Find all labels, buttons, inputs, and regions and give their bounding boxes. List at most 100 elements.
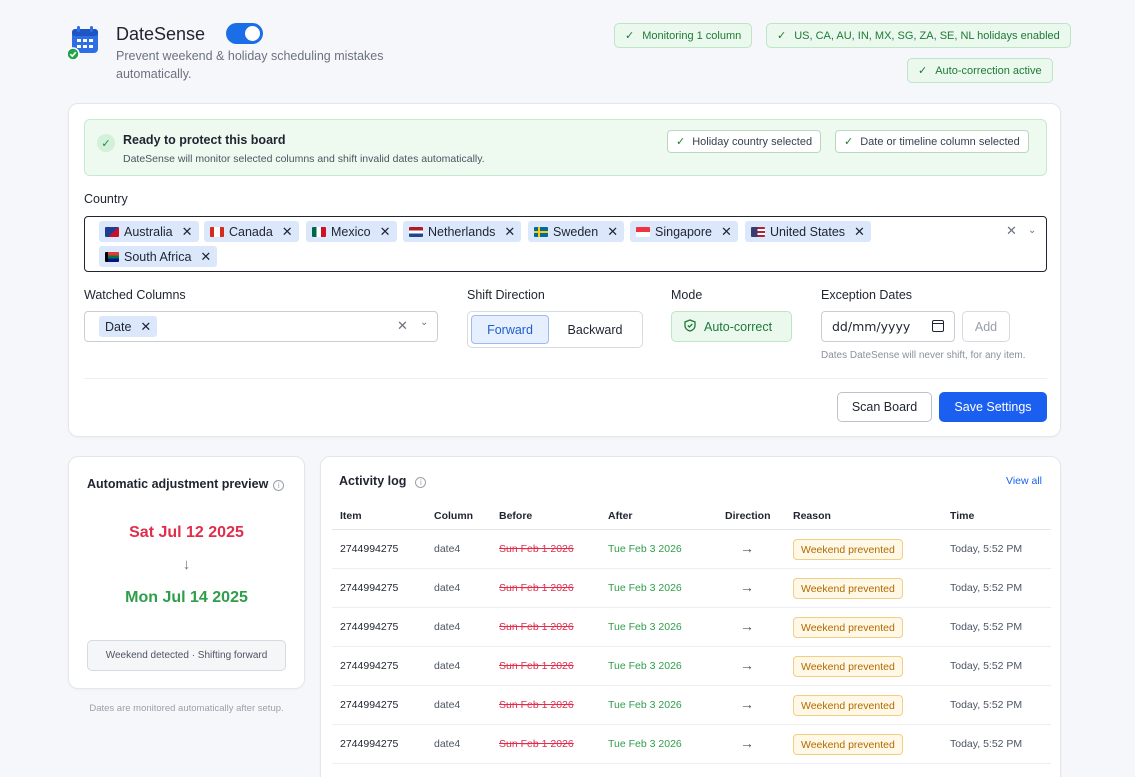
row-before-date: Sun Feb 1 2026 — [499, 660, 574, 672]
united-states-flag-icon — [751, 226, 765, 237]
row-time: Today, 5:52 PM — [950, 699, 1023, 711]
shift-direction-toggle: Forward Backward — [467, 311, 643, 348]
check-icon: ✓ — [844, 136, 854, 148]
row-time: Today, 5:52 PM — [950, 543, 1023, 555]
tag-label: Singapore — [655, 224, 712, 239]
holidays-badge-label: US, CA, AU, IN, MX, SG, ZA, SE, NL holid… — [794, 29, 1060, 42]
row-time: Today, 5:52 PM — [950, 660, 1023, 672]
remove-tag-icon[interactable]: ✕ — [607, 224, 618, 240]
tag-label: Australia — [124, 224, 173, 239]
remove-tag-icon[interactable]: ✕ — [854, 224, 865, 240]
backward-button[interactable]: Backward — [554, 315, 636, 344]
watched-columns-multiselect[interactable]: Date ✕ ✕ ⌄ — [84, 311, 438, 342]
mode-badge[interactable]: Auto-correct — [671, 311, 792, 342]
enable-toggle[interactable] — [226, 23, 263, 44]
date-column-chip: ✓ Date or timeline column selected — [835, 130, 1029, 153]
table-row[interactable]: 2744994275 date4 Sun Feb 1 2026 Tue Feb 3 2… — [332, 569, 1051, 608]
holidays-badge: ✓ US, CA, AU, IN, MX, SG, ZA, SE, NL hol… — [766, 23, 1071, 48]
preview-status: Weekend detected · Shifting forward — [87, 640, 286, 671]
monitoring-badge-label: Monitoring 1 column — [642, 29, 742, 42]
calendar-picker-icon[interactable] — [932, 320, 944, 332]
mode-label: Mode — [671, 288, 703, 302]
table-row[interactable]: 2744994275 date4 Sun Feb 1 2026 Tue Feb 3 2… — [332, 608, 1051, 647]
app-subtitle: Prevent weekend & holiday scheduling mis… — [116, 49, 384, 81]
south-africa-flag-icon — [105, 251, 119, 262]
remove-tag-icon[interactable]: ✕ — [504, 224, 515, 240]
reason-badge: Weekend prevented — [793, 695, 903, 716]
row-time: Today, 5:52 PM — [950, 738, 1023, 750]
scan-board-button[interactable]: Scan Board — [837, 392, 932, 422]
clear-icon[interactable]: ✕ — [397, 318, 408, 334]
reason-badge: Weekend prevented — [793, 617, 903, 638]
save-settings-button[interactable]: Save Settings — [939, 392, 1047, 422]
remove-tag-icon[interactable]: ✕ — [200, 249, 211, 265]
row-column: date4 — [434, 738, 461, 750]
app-title: DateSense — [116, 24, 206, 44]
remove-tag-icon[interactable]: ✕ — [721, 224, 732, 240]
settings-card: ✓ Ready to protect this board DateSense … — [68, 103, 1061, 437]
header-time: Time — [950, 510, 975, 522]
activity-card: Activity log i View all Item Column Befor… — [320, 456, 1061, 777]
table-row[interactable]: 2744994275 date4 Sun Feb 1 2026 Tue Feb 3 2… — [332, 686, 1051, 725]
watched-columns-label: Watched Columns — [84, 288, 186, 302]
autocorrect-badge: ✓ Auto-correction active — [907, 58, 1053, 83]
country-multiselect[interactable]: Australia ✕ Canada ✕ Mexico ✕ Netherland… — [84, 216, 1047, 272]
row-after-date: Tue Feb 3 2026 — [608, 621, 682, 633]
preview-card: Automatic adjustment preview i Sat Jul 12… — [68, 456, 305, 689]
remove-tag-icon[interactable]: ✕ — [282, 224, 293, 240]
exception-date-input[interactable]: dd/mm/yyyy — [821, 311, 955, 342]
clear-icon[interactable]: ✕ — [1006, 223, 1017, 239]
header-item: Item — [340, 510, 362, 522]
row-item: 2744994275 — [340, 543, 399, 555]
country-label: Country — [84, 192, 128, 206]
header-column: Column — [434, 510, 474, 522]
remove-tag-icon[interactable]: ✕ — [140, 319, 151, 335]
forward-button[interactable]: Forward — [471, 315, 549, 344]
row-after-date: Tue Feb 3 2026 — [608, 543, 682, 555]
ready-description: DateSense will monitor selected columns … — [123, 153, 485, 165]
arrow-down-icon: ↓ — [182, 556, 191, 573]
activity-title-text: Activity log — [339, 474, 407, 488]
arrow-right-icon: → — [740, 735, 754, 751]
remove-tag-icon[interactable]: ✕ — [182, 224, 193, 240]
preview-after-date: Mon Jul 14 2025 — [125, 589, 248, 606]
table-row[interactable]: 2744994275 date4 Sun Feb 1 2026 Tue Feb 3 2… — [332, 530, 1051, 569]
row-before-date: Sun Feb 1 2026 — [499, 621, 574, 633]
arrow-right-icon: → — [740, 618, 754, 634]
calendar-icon — [66, 24, 102, 61]
row-item: 2744994275 — [340, 621, 399, 633]
autocorrect-badge-label: Auto-correction active — [935, 64, 1042, 77]
country-tag: Netherlands ✕ — [403, 221, 522, 242]
row-column: date4 — [434, 582, 461, 594]
mode-value: Auto-correct — [704, 319, 773, 334]
netherlands-flag-icon — [409, 226, 423, 237]
sweden-flag-icon — [534, 226, 548, 237]
tag-label: Mexico — [331, 224, 371, 239]
divider — [84, 378, 1047, 379]
row-column: date4 — [434, 660, 461, 672]
country-tag: Sweden ✕ — [528, 221, 625, 242]
info-icon[interactable]: i — [415, 477, 427, 488]
tag-label: Canada — [229, 224, 273, 239]
arrow-right-icon: → — [740, 579, 754, 595]
table-row[interactable]: 2744994275 date4 Sun Feb 1 2026 Tue Feb 3 2… — [332, 725, 1051, 764]
arrow-right-icon: → — [740, 696, 754, 712]
row-time: Today, 5:52 PM — [950, 621, 1023, 633]
country-tag: United States ✕ — [745, 221, 871, 242]
shield-check-icon — [684, 318, 696, 335]
chevron-down-icon[interactable]: ⌄ — [420, 317, 428, 328]
arrow-right-icon: → — [740, 540, 754, 556]
view-all-link[interactable]: View all — [1006, 475, 1042, 487]
add-exception-button[interactable]: Add — [962, 311, 1010, 342]
row-before-date: Sun Feb 1 2026 — [499, 738, 574, 750]
chevron-down-icon[interactable]: ⌄ — [1028, 225, 1036, 236]
tag-label: Date — [105, 319, 132, 334]
row-item: 2744994275 — [340, 738, 399, 750]
monitor-footnote: Dates are monitored automatically after … — [89, 703, 284, 714]
table-row[interactable]: 2744994275 date4 Sun Feb 1 2026 Tue Feb 3 2… — [332, 647, 1051, 686]
preview-title: Automatic adjustment preview i — [87, 477, 285, 491]
activity-table: Item Column Before After Direction Reaso… — [332, 502, 1051, 764]
info-icon[interactable]: i — [273, 480, 285, 491]
remove-tag-icon[interactable]: ✕ — [380, 224, 391, 240]
check-icon: ✓ — [676, 136, 686, 148]
